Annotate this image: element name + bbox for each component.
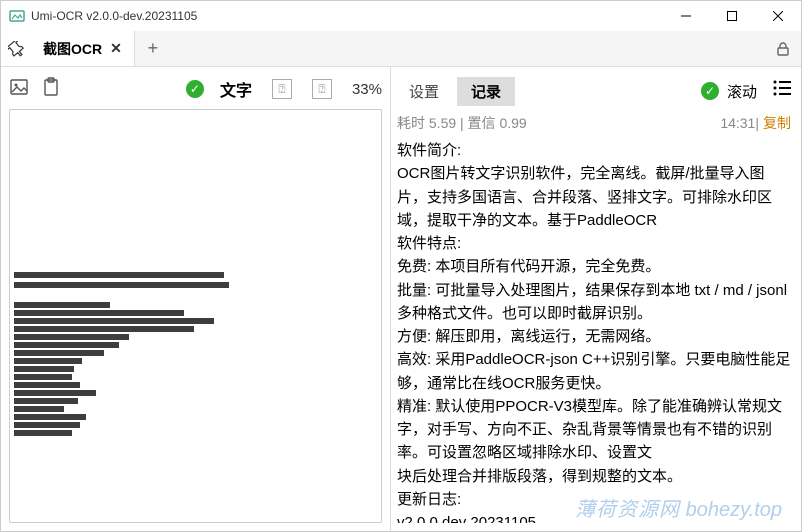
image-preview[interactable]: [9, 109, 382, 523]
main-area: ✓ 文字 ⍰ ⍰ 33% 设置 记录 ✓ 滚动 耗时 5.59 | 置信 0.9…: [1, 67, 801, 531]
detected-text-box: [14, 350, 104, 356]
app-icon: [9, 8, 25, 24]
tab-screenshot-ocr[interactable]: 截图OCR ✕: [31, 31, 135, 66]
detected-text-box: [14, 334, 129, 340]
tab-settings[interactable]: 设置: [395, 77, 453, 106]
detected-text-box: [14, 318, 214, 324]
text-mode-label[interactable]: 文字: [220, 77, 252, 101]
app-window: Umi-OCR v2.0.0-dev.20231105 截图OCR ✕ +: [0, 0, 802, 532]
detected-text-box: [14, 272, 224, 278]
detected-text-box: [14, 422, 80, 428]
tab-close-button[interactable]: ✕: [110, 40, 122, 57]
result-meta: 耗时 5.59 | 置信 0.99 14:31 | 复制: [395, 109, 793, 137]
tab-records[interactable]: 记录: [457, 77, 515, 106]
pin-button[interactable]: [1, 31, 31, 66]
missing-glyph-icon-2[interactable]: ⍰: [312, 79, 332, 99]
copy-button[interactable]: 复制: [763, 113, 791, 133]
right-panel: 设置 记录 ✓ 滚动 耗时 5.59 | 置信 0.99 14:31 | 复制 …: [391, 67, 801, 531]
window-title: Umi-OCR v2.0.0-dev.20231105: [31, 9, 663, 23]
new-tab-button[interactable]: +: [135, 31, 171, 66]
detected-text-box: [14, 374, 72, 380]
zoom-percent: 33%: [352, 81, 382, 98]
detected-text-box: [14, 358, 82, 364]
close-button[interactable]: [755, 1, 801, 31]
maximize-button[interactable]: [709, 1, 755, 31]
missing-glyph-icon[interactable]: ⍰: [272, 79, 292, 99]
detected-text-box: [14, 390, 96, 396]
left-toolbar: ✓ 文字 ⍰ ⍰ 33%: [9, 73, 382, 105]
detected-text-box: [14, 310, 184, 316]
meta-time: 14:31: [720, 115, 755, 131]
tab-bar: 截图OCR ✕ +: [1, 31, 801, 67]
minimize-button[interactable]: [663, 1, 709, 31]
watermark: 薄荷资源网 bohezy.top: [575, 493, 782, 522]
detected-text-box: [14, 398, 78, 404]
title-bar: Umi-OCR v2.0.0-dev.20231105: [1, 1, 801, 31]
detected-text-box: [14, 342, 119, 348]
detected-text-box: [14, 302, 110, 308]
detected-text-box: [14, 406, 64, 412]
image-icon[interactable]: [9, 77, 29, 102]
detected-text-box: [14, 414, 86, 420]
lock-button[interactable]: [765, 31, 801, 66]
check-icon: ✓: [186, 80, 204, 98]
tab-label: 截图OCR: [43, 39, 102, 59]
menu-icon[interactable]: [771, 77, 793, 105]
detected-text-box: [14, 366, 74, 372]
detected-text-box: [14, 382, 80, 388]
detected-text-box: [14, 326, 194, 332]
check-icon: ✓: [701, 82, 719, 100]
clipboard-icon[interactable]: [41, 77, 61, 102]
meta-stats: 耗时 5.59 | 置信 0.99: [397, 113, 527, 133]
detected-text-box: [14, 430, 72, 436]
ocr-output-text[interactable]: 软件简介:OCR图片转文字识别软件，完全离线。截屏/批量导入图片，支持多国语言、…: [395, 137, 793, 523]
right-toolbar: 设置 记录 ✓ 滚动: [395, 73, 793, 109]
detected-text-box: [14, 282, 229, 288]
autoscroll-label[interactable]: 滚动: [727, 81, 757, 102]
left-panel: ✓ 文字 ⍰ ⍰ 33%: [1, 67, 391, 531]
